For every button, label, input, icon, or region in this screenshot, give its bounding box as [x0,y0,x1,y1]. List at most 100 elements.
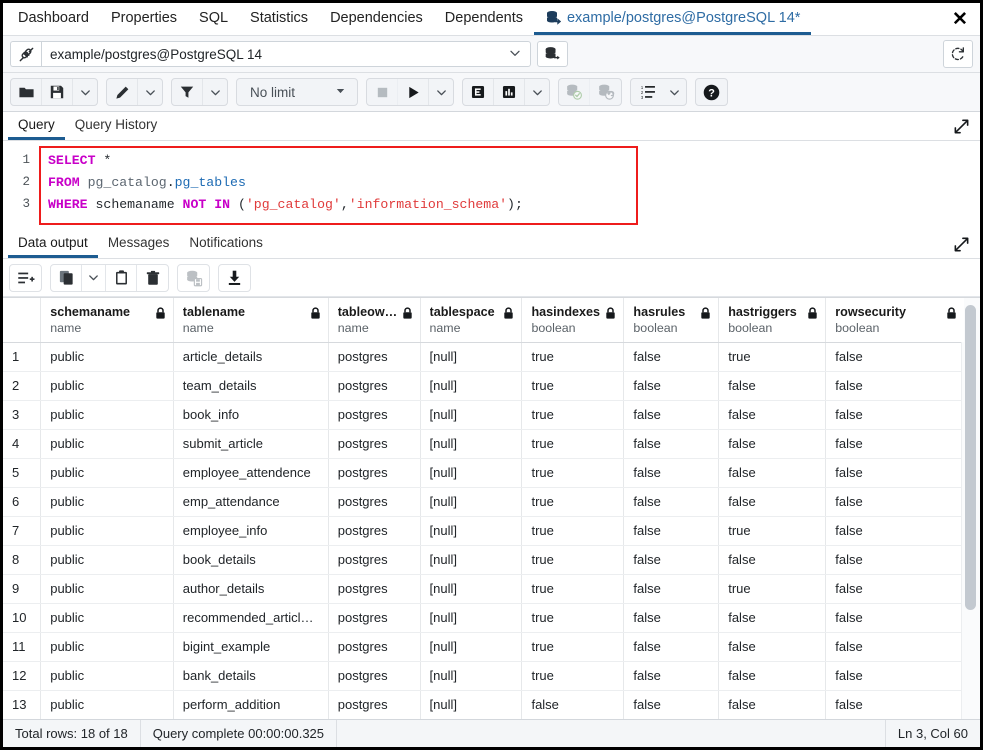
open-file-button[interactable] [11,79,42,105]
save-data-changes-button[interactable] [178,265,209,291]
connection-select[interactable]: example/postgres@PostgreSQL 14 [41,41,531,67]
cell-tablespace[interactable]: [null] [420,690,522,719]
cell-hasrules[interactable]: false [624,661,719,690]
cell-rowsecurity[interactable]: false [826,342,965,371]
cell-tablename[interactable]: book_details [173,545,328,574]
cell-rowsecurity[interactable]: false [826,516,965,545]
cell-tablespace[interactable]: [null] [420,545,522,574]
cell-schemaname[interactable]: public [41,661,174,690]
cell-hastriggers[interactable]: false [719,545,826,574]
table-row[interactable]: 3publicbook_infopostgres[null]truefalsef… [3,400,965,429]
cell-schemaname[interactable]: public [41,516,174,545]
cell-hasindexes[interactable]: true [522,632,624,661]
tab-data-output[interactable]: Data output [8,230,98,258]
cell-schemaname[interactable]: public [41,371,174,400]
cell-hastriggers[interactable]: true [719,574,826,603]
edit-dropdown[interactable] [138,79,162,105]
cell-hastriggers[interactable]: false [719,487,826,516]
cell-hasrules[interactable]: false [624,429,719,458]
table-row[interactable]: 2publicteam_detailspostgres[null]truefal… [3,371,965,400]
cell-tablename[interactable]: team_details [173,371,328,400]
cell-hasrules[interactable]: false [624,603,719,632]
tab-dependencies[interactable]: Dependencies [319,3,434,35]
cell-hasindexes[interactable]: true [522,487,624,516]
column-header-tablename[interactable]: tablename name [173,298,328,342]
cell-schemaname[interactable]: public [41,429,174,458]
cell-hasrules[interactable]: false [624,342,719,371]
cell-schemaname[interactable]: public [41,400,174,429]
table-row[interactable]: 5publicemployee_attendencepostgres[null]… [3,458,965,487]
cell-rowsecurity[interactable]: false [826,458,965,487]
cell-hasrules[interactable]: false [624,574,719,603]
sql-editor[interactable]: 1 2 3 SELECT * FROM pg_catalog.pg_tables… [3,141,980,230]
cell-tableowner[interactable]: postgres [328,429,420,458]
cell-hastriggers[interactable]: false [719,429,826,458]
cell-tablespace[interactable]: [null] [420,429,522,458]
delete-row-button[interactable] [137,265,168,291]
add-row-button[interactable] [10,265,41,291]
table-row[interactable]: 6publicemp_attendancepostgres[null]truef… [3,487,965,516]
tab-notifications[interactable]: Notifications [179,230,273,258]
cell-tablename[interactable]: author_details [173,574,328,603]
cell-hastriggers[interactable]: false [719,371,826,400]
cell-tableowner[interactable]: postgres [328,342,420,371]
cell-rowsecurity[interactable]: false [826,429,965,458]
close-tab-button[interactable]: ✕ [940,3,980,35]
cell-hastriggers[interactable]: true [719,516,826,545]
table-row[interactable]: 9publicauthor_detailspostgres[null]truef… [3,574,965,603]
cell-tableowner[interactable]: postgres [328,545,420,574]
table-row[interactable]: 13publicperform_additionpostgres[null]fa… [3,690,965,719]
cell-hasindexes[interactable]: true [522,545,624,574]
cell-hasrules[interactable]: false [624,487,719,516]
cell-tablespace[interactable]: [null] [420,661,522,690]
cell-tablespace[interactable]: [null] [420,371,522,400]
cell-tablespace[interactable]: [null] [420,487,522,516]
cell-hasindexes[interactable]: true [522,661,624,690]
cell-tablename[interactable]: perform_addition [173,690,328,719]
cell-tablename[interactable]: book_info [173,400,328,429]
cell-hasrules[interactable]: false [624,458,719,487]
cell-hasindexes[interactable]: true [522,516,624,545]
cell-tableowner[interactable]: postgres [328,661,420,690]
cell-tablename[interactable]: employee_info [173,516,328,545]
column-header-hasindexes[interactable]: hasindexes boolean [522,298,624,342]
filter-dropdown[interactable] [203,79,227,105]
cell-tablename[interactable]: bigint_example [173,632,328,661]
cell-schemaname[interactable]: public [41,458,174,487]
expand-output-panel-button[interactable] [942,230,980,258]
cell-tablename[interactable]: article_details [173,342,328,371]
cell-hasrules[interactable]: false [624,545,719,574]
cell-hastriggers[interactable]: false [719,603,826,632]
filter-button[interactable] [172,79,203,105]
cell-tablespace[interactable]: [null] [420,342,522,371]
table-row[interactable]: 8publicbook_detailspostgres[null]truefal… [3,545,965,574]
paste-button[interactable] [106,265,137,291]
help-button[interactable]: ? [696,79,727,105]
save-file-button[interactable] [42,79,73,105]
cell-rowsecurity[interactable]: false [826,574,965,603]
cell-hastriggers[interactable]: false [719,458,826,487]
explain-button[interactable] [463,79,494,105]
column-header-hasrules[interactable]: hasrules boolean [624,298,719,342]
grid-scrollbar-track[interactable] [961,298,980,719]
save-file-dropdown[interactable] [73,79,97,105]
cell-rowsecurity[interactable]: false [826,545,965,574]
execute-dropdown[interactable] [429,79,453,105]
cell-hasrules[interactable]: false [624,690,719,719]
cell-hastriggers[interactable]: false [719,400,826,429]
cell-tablespace[interactable]: [null] [420,400,522,429]
cell-tablename[interactable]: submit_article [173,429,328,458]
tab-statistics[interactable]: Statistics [239,3,319,35]
cell-hasrules[interactable]: false [624,516,719,545]
tab-messages[interactable]: Messages [98,230,180,258]
tab-dependents[interactable]: Dependents [434,3,534,35]
explain-options-dropdown[interactable] [525,79,549,105]
column-header-schemaname[interactable]: schemaname name [41,298,174,342]
table-row[interactable]: 12publicbank_detailspostgres[null]truefa… [3,661,965,690]
copy-button[interactable] [51,265,82,291]
cell-tableowner[interactable]: postgres [328,458,420,487]
cell-schemaname[interactable]: public [41,342,174,371]
explain-analyze-button[interactable] [494,79,525,105]
cell-hasindexes[interactable]: true [522,458,624,487]
cell-hasindexes[interactable]: true [522,342,624,371]
